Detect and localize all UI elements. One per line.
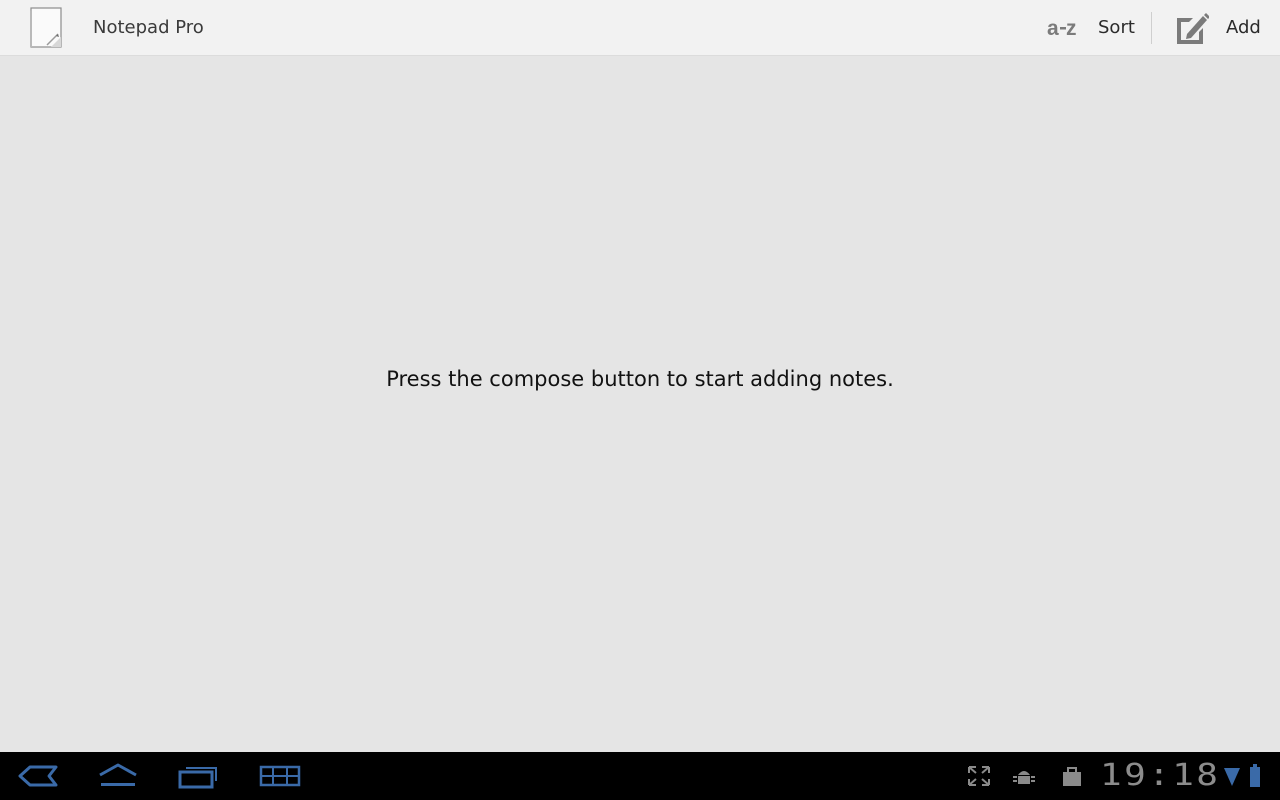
notes-list-area: Press the compose button to start adding… (0, 56, 1280, 752)
shopping-bag-icon (1058, 764, 1086, 788)
app-title: Notepad Pro (93, 17, 204, 38)
sort-label: Sort (1098, 17, 1135, 38)
svg-text:a: a (1047, 17, 1059, 39)
back-button[interactable] (14, 760, 62, 792)
back-icon (18, 765, 58, 787)
compose-icon (1174, 10, 1210, 46)
system-bar: 19:18 (0, 752, 1280, 800)
screenshot-grid-button[interactable] (256, 760, 304, 792)
clock: 19:18 (1100, 758, 1221, 793)
action-bar: Notepad Pro a z Sort Add (0, 0, 1280, 56)
sort-button[interactable]: a z Sort (1040, 0, 1148, 56)
wifi-signal-icon (1222, 764, 1242, 788)
add-button[interactable]: Add (1166, 0, 1276, 56)
recent-apps-button[interactable] (174, 760, 222, 792)
home-icon (99, 763, 137, 786)
a-z-sort-icon: a z (1046, 14, 1082, 42)
action-divider (1151, 12, 1152, 44)
expand-icon (965, 764, 993, 788)
notepad-app-icon[interactable] (29, 7, 63, 49)
add-label: Add (1226, 17, 1261, 38)
home-button[interactable] (94, 760, 142, 792)
screenshot-grid-icon (259, 765, 301, 787)
recent-apps-icon (178, 767, 217, 789)
battery-icon (1244, 764, 1266, 788)
svg-text:z: z (1066, 17, 1077, 39)
android-debug-icon (1010, 764, 1038, 788)
empty-state-message: Press the compose button to start adding… (386, 367, 894, 391)
